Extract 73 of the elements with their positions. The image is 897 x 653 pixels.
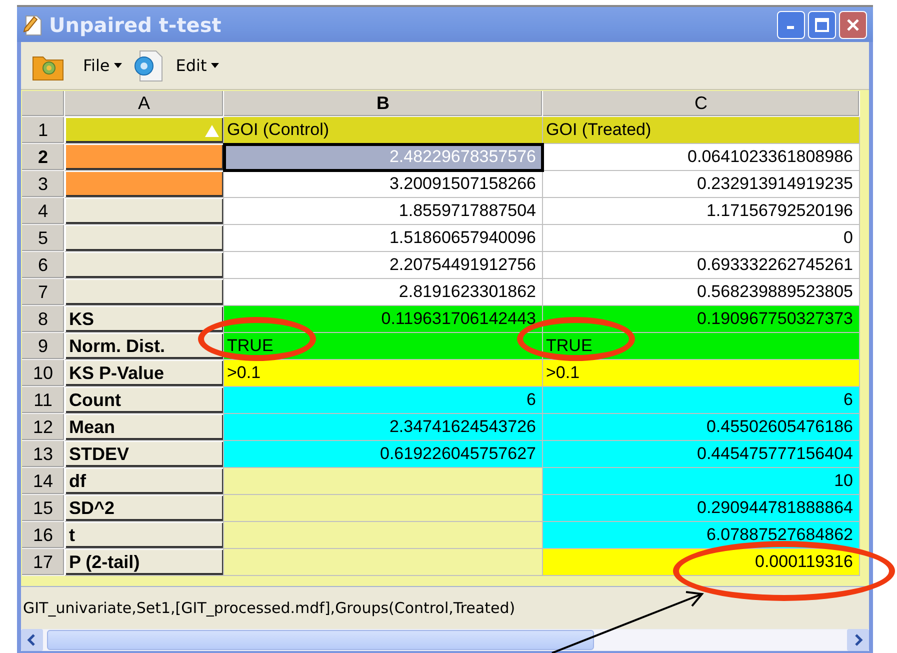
table-cell: 1.17156792520196 xyxy=(543,198,860,225)
row-header[interactable]: 10 xyxy=(22,360,65,387)
table-cell: 0.0641023361808986 xyxy=(543,144,860,171)
scrollbar-thumb[interactable] xyxy=(47,630,594,650)
row-header[interactable]: 14 xyxy=(22,468,65,495)
table-cell: 0.568239889523805 xyxy=(543,279,860,306)
row-header[interactable]: 15 xyxy=(22,495,65,522)
window-title: Unpaired t-test xyxy=(49,12,222,36)
row-header[interactable]: 2 xyxy=(22,144,65,171)
table-cell: 2.34741624543726 xyxy=(224,414,543,441)
row-header[interactable]: 8 xyxy=(22,306,65,333)
row-label: KS xyxy=(65,306,224,333)
scroll-left-icon[interactable] xyxy=(21,629,43,651)
column-header[interactable]: B xyxy=(224,91,543,117)
minimize-button[interactable] xyxy=(777,10,805,38)
row-header[interactable]: 17 xyxy=(22,549,65,576)
table-cell: GOI (Treated) xyxy=(543,117,860,144)
row-header[interactable]: 11 xyxy=(22,387,65,414)
maximize-button[interactable] xyxy=(808,10,836,38)
table-cell: 6.07887527684862 xyxy=(543,522,860,549)
row-label: Norm. Dist. xyxy=(65,333,224,360)
row-header[interactable]: 4 xyxy=(22,198,65,225)
table-cell: 2.20754491912756 xyxy=(224,252,543,279)
caret-icon xyxy=(210,63,219,68)
minimize-icon xyxy=(786,26,794,29)
scroll-right-icon[interactable] xyxy=(847,629,869,651)
table-cell: >0.1 xyxy=(543,360,860,387)
table-cell: 6 xyxy=(543,387,860,414)
table-cell: 3.20091507158266 xyxy=(224,171,543,198)
row-label: Count xyxy=(65,387,224,414)
row-header[interactable]: 6 xyxy=(22,252,65,279)
table-cell: 0.190967750327373 xyxy=(543,306,860,333)
row-header[interactable]: 3 xyxy=(22,171,65,198)
caret-icon xyxy=(114,63,122,68)
table-cell: 0.445475777156404 xyxy=(543,441,860,468)
table-cell: 0.45502605476186 xyxy=(543,414,860,441)
status-text: GIT_univariate,Set1,[GIT_processed.mdf],Groups(Control,Treated) xyxy=(23,599,516,617)
row-header[interactable]: 1 xyxy=(22,117,65,144)
row-header[interactable]: 7 xyxy=(22,279,65,306)
table-cell: 6 xyxy=(224,387,543,414)
notepad-pencil-icon xyxy=(23,14,43,36)
row-label: STDEV xyxy=(65,441,224,468)
edit-menu[interactable]: Edit xyxy=(170,54,225,77)
table-cell: 0.619226045757627 xyxy=(224,441,543,468)
row-header[interactable]: 9 xyxy=(22,333,65,360)
row-header[interactable]: 12 xyxy=(22,414,65,441)
table-cell: 0.119631706142443 xyxy=(224,306,543,333)
column-header[interactable]: C xyxy=(543,91,860,117)
corner-cell xyxy=(22,91,65,117)
table-cell: 0.290944781888864 xyxy=(543,495,860,522)
row-header[interactable]: 5 xyxy=(22,225,65,252)
row-label: SD^2 xyxy=(65,495,224,522)
table-cell: 1.51860657940096 xyxy=(224,225,543,252)
row-label: Mean xyxy=(65,414,224,441)
close-button[interactable] xyxy=(839,10,867,38)
table-cell: 1.8559717887504 xyxy=(224,198,543,225)
table-cell: 0.693332262745261 xyxy=(543,252,860,279)
table-cell: 0 xyxy=(543,225,860,252)
row-header[interactable]: 16 xyxy=(22,522,65,549)
row-label: t xyxy=(65,522,224,549)
table-cell: GOI (Control) xyxy=(224,117,543,144)
table-cell: 2.8191623301862 xyxy=(224,279,543,306)
horizontal-scrollbar[interactable] xyxy=(21,629,869,651)
table-cell: 2.48229678357576 xyxy=(224,144,543,171)
column-header[interactable]: A xyxy=(65,91,224,117)
row-label: df xyxy=(65,468,224,495)
table-cell: 10 xyxy=(543,468,860,495)
file-menu[interactable]: File xyxy=(77,54,128,77)
table-cell: >0.1 xyxy=(224,360,543,387)
row-header[interactable]: 13 xyxy=(22,441,65,468)
table-cell: 0.232913914919235 xyxy=(543,171,860,198)
row-label: KS P-Value xyxy=(65,360,224,387)
row-label: P (2-tail) xyxy=(65,549,224,576)
